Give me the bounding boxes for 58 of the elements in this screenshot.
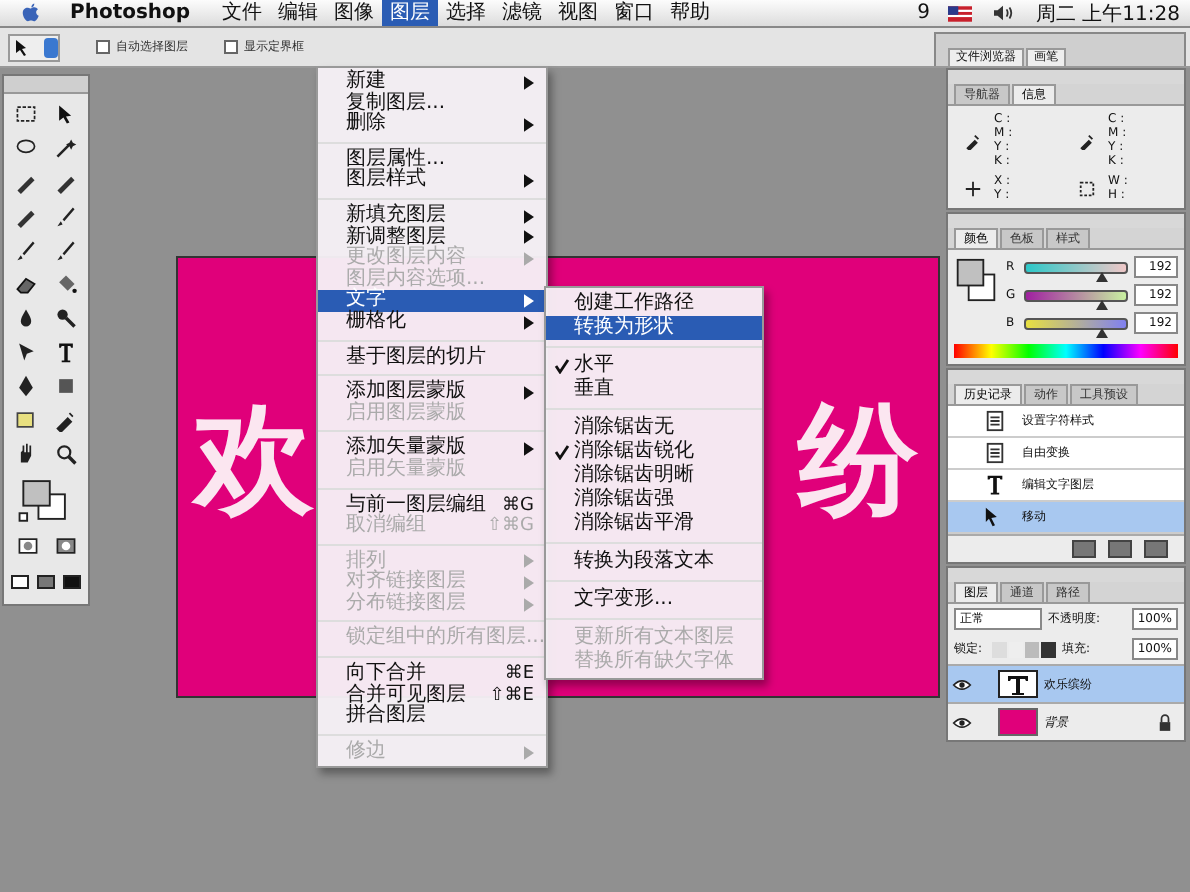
- clock[interactable]: 周二 上午11:28: [1036, 0, 1180, 27]
- menu-item[interactable]: 转换为段落文本: [546, 550, 762, 574]
- menu-item[interactable]: 消除锯齿无: [546, 416, 762, 440]
- menu-item[interactable]: 图像: [326, 0, 383, 26]
- eyedropper-icon: [1078, 131, 1096, 149]
- menu-item[interactable]: 水平: [546, 354, 762, 378]
- menu-item[interactable]: 转换为形状: [546, 316, 762, 340]
- menu-item[interactable]: 选择: [438, 0, 495, 26]
- menu-item[interactable]: 栅格化: [318, 311, 546, 334]
- menu-item[interactable]: 新调整图层: [318, 227, 546, 249]
- menu-item[interactable]: 文字: [318, 290, 546, 312]
- menu-item[interactable]: 复制图层...: [318, 93, 546, 115]
- menu-item[interactable]: 编辑: [270, 0, 327, 26]
- menu-item[interactable]: 消除锯齿强: [546, 488, 762, 512]
- selection-icon: [1078, 179, 1096, 197]
- color-spectrum[interactable]: [954, 344, 1178, 358]
- layer-thumbnail: [998, 708, 1038, 736]
- menu-item[interactable]: 滤镜: [494, 0, 551, 26]
- menu-item[interactable]: 向下合并 ⌘E: [318, 664, 546, 686]
- flag-icon[interactable]: [948, 5, 972, 21]
- menu-item[interactable]: 窗口: [606, 0, 663, 26]
- menu-item[interactable]: 创建工作路径: [546, 292, 762, 316]
- eye-icon[interactable]: [952, 715, 972, 729]
- menu-item[interactable]: 消除锯齿明晰: [546, 464, 762, 488]
- speaker-icon[interactable]: [992, 4, 1014, 22]
- lock-options-icon[interactable]: [992, 641, 1057, 657]
- status-number[interactable]: 9: [917, 2, 930, 24]
- menu-item[interactable]: 与前一图层编组 ⌘G: [318, 495, 546, 517]
- menu-item[interactable]: 删除: [318, 114, 546, 136]
- eyedropper-icon: [964, 131, 982, 149]
- menu-item[interactable]: 视图: [550, 0, 607, 26]
- eye-icon[interactable]: [952, 677, 972, 691]
- menu-item[interactable]: 图层样式: [318, 170, 546, 192]
- apple-icon[interactable]: [20, 2, 42, 24]
- menu-item[interactable]: 基于图层的切片: [318, 347, 546, 369]
- type-icon: [984, 474, 1006, 496]
- menu-item[interactable]: 帮助: [662, 0, 719, 26]
- menu-item[interactable]: 消除锯齿锐化: [546, 440, 762, 464]
- menu-item[interactable]: 消除锯齿平滑: [546, 512, 762, 536]
- menu-item[interactable]: 新建: [318, 72, 546, 94]
- crosshair-icon: [964, 179, 982, 197]
- menu-item[interactable]: 文件: [214, 0, 271, 26]
- canvas-text: 纷: [798, 390, 918, 530]
- menu-item[interactable]: 文字变形...: [546, 588, 762, 612]
- app-menu[interactable]: Photoshop: [62, 0, 199, 26]
- text-layer-thumbnail: [998, 670, 1038, 698]
- menu-item[interactable]: 拼合图层: [318, 706, 546, 728]
- menu-item[interactable]: 图层: [382, 0, 439, 26]
- document-icon: [984, 442, 1006, 464]
- color-swatch-icon[interactable]: [954, 256, 998, 304]
- menu-item[interactable]: 添加矢量蒙版: [318, 438, 546, 460]
- menu-item[interactable]: 添加图层蒙版: [318, 382, 546, 404]
- canvas-text: 欢: [194, 390, 314, 530]
- menu-item[interactable]: 新填充图层: [318, 205, 546, 228]
- move-tool-icon[interactable]: [8, 33, 60, 61]
- menu-item[interactable]: 垂直: [546, 378, 762, 402]
- menu-item[interactable]: 合并可见图层 ⇧⌘E: [318, 685, 546, 707]
- document-icon: [984, 410, 1006, 432]
